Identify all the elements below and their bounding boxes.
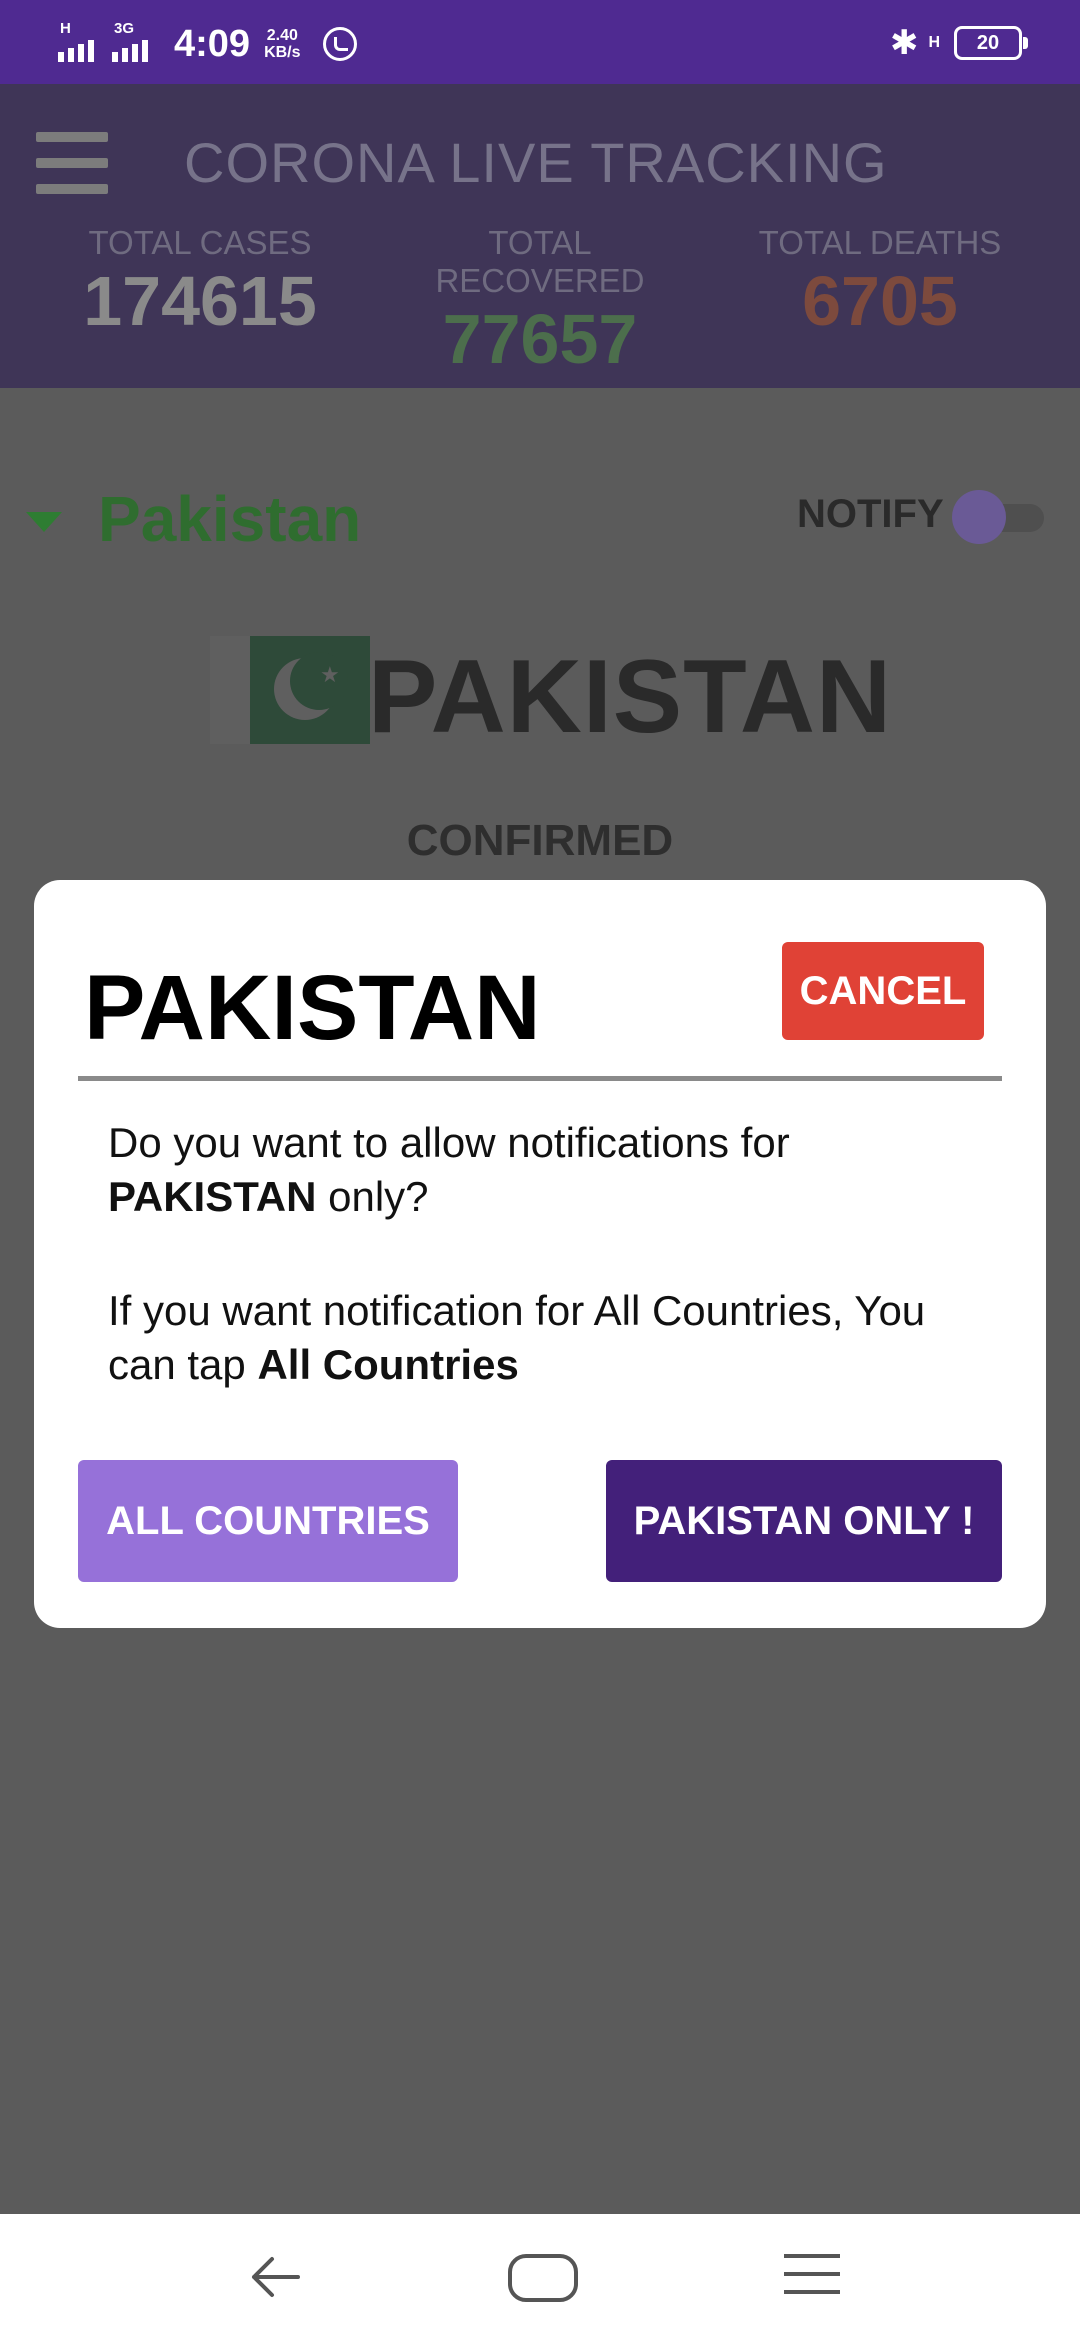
clock: 4:09 bbox=[174, 22, 251, 65]
signal-sim1-icon: H bbox=[58, 20, 106, 64]
signal-sim2-icon: 3G bbox=[112, 20, 160, 64]
sim2-network-type: 3G bbox=[114, 20, 135, 37]
whatsapp-icon bbox=[322, 27, 357, 61]
all-countries-button[interactable]: ALL COUNTRIES bbox=[78, 1460, 458, 1582]
screen: H 3G 4:09 2.40 KB/s ✱ H 20 CORONA LIVE T… bbox=[0, 0, 1080, 2340]
battery-level: 20 bbox=[976, 31, 1000, 54]
speed-unit: KB/s bbox=[264, 44, 301, 61]
country-selector[interactable]: Pakistan bbox=[98, 482, 361, 556]
country-banner: PAKISTAN bbox=[368, 639, 893, 755]
message-bold: All Countries bbox=[257, 1341, 519, 1388]
stat-total-recovered: TOTAL RECOVERED 77657 bbox=[380, 224, 700, 378]
stat-total-deaths: TOTAL DEATHS 6705 bbox=[750, 224, 1010, 340]
notification-dialog: PAKISTAN CANCEL Do you want to allow not… bbox=[34, 880, 1046, 1628]
back-arrow-icon[interactable] bbox=[240, 2242, 310, 2312]
message-bold: PAKISTAN bbox=[108, 1173, 317, 1220]
stat-value: 174615 bbox=[83, 262, 317, 340]
stat-value: 6705 bbox=[802, 262, 958, 340]
status-right: ✱ H 20 bbox=[889, 18, 1028, 68]
confirmed-label: CONFIRMED bbox=[406, 816, 674, 865]
sim1-network-type: H bbox=[60, 20, 71, 37]
dialog-title: PAKISTAN bbox=[84, 957, 541, 1059]
app-title: CORONA LIVE TRACKING bbox=[184, 131, 888, 194]
stat-label: TOTAL RECOVERED bbox=[435, 224, 645, 299]
notify-label: NOTIFY bbox=[797, 492, 944, 536]
dialog-divider bbox=[78, 1076, 1002, 1081]
dialog-message-1: Do you want to allow notifications for P… bbox=[108, 1116, 988, 1224]
hamburger-icon[interactable] bbox=[36, 132, 108, 194]
data-network-type: H bbox=[928, 34, 940, 51]
app-header: CORONA LIVE TRACKING TOTAL CASES 174615 … bbox=[0, 84, 1080, 388]
menu-lines-icon[interactable] bbox=[784, 2254, 840, 2298]
speed-value: 2.40 bbox=[266, 27, 298, 44]
notify-toggle[interactable] bbox=[952, 488, 1048, 544]
pakistan-flag-icon: ★ bbox=[210, 636, 370, 744]
message-text: only? bbox=[316, 1173, 429, 1220]
stat-total-cases: TOTAL CASES 174615 bbox=[70, 224, 330, 340]
bluetooth-icon: ✱ bbox=[889, 24, 919, 62]
battery-icon: 20 bbox=[954, 26, 1028, 60]
stat-label: TOTAL CASES bbox=[88, 224, 312, 261]
triangle-down-icon[interactable] bbox=[26, 512, 62, 532]
network-speed: 2.40 KB/s bbox=[264, 27, 300, 61]
dialog-message-2: If you want notification for All Countri… bbox=[108, 1284, 988, 1392]
pakistan-only-button[interactable]: PAKISTAN ONLY ! bbox=[606, 1460, 1002, 1582]
stat-value: 77657 bbox=[442, 300, 638, 378]
status-bar: H 3G 4:09 2.40 KB/s ✱ H 20 bbox=[0, 0, 1080, 84]
navigation-bar bbox=[0, 2214, 1080, 2340]
cancel-button[interactable]: CANCEL bbox=[782, 942, 984, 1040]
status-left: H 3G 4:09 2.40 KB/s bbox=[58, 14, 357, 74]
message-text: Do you want to allow notifications for bbox=[108, 1119, 790, 1166]
stat-label: TOTAL DEATHS bbox=[758, 224, 1002, 261]
home-icon[interactable] bbox=[508, 2254, 578, 2302]
